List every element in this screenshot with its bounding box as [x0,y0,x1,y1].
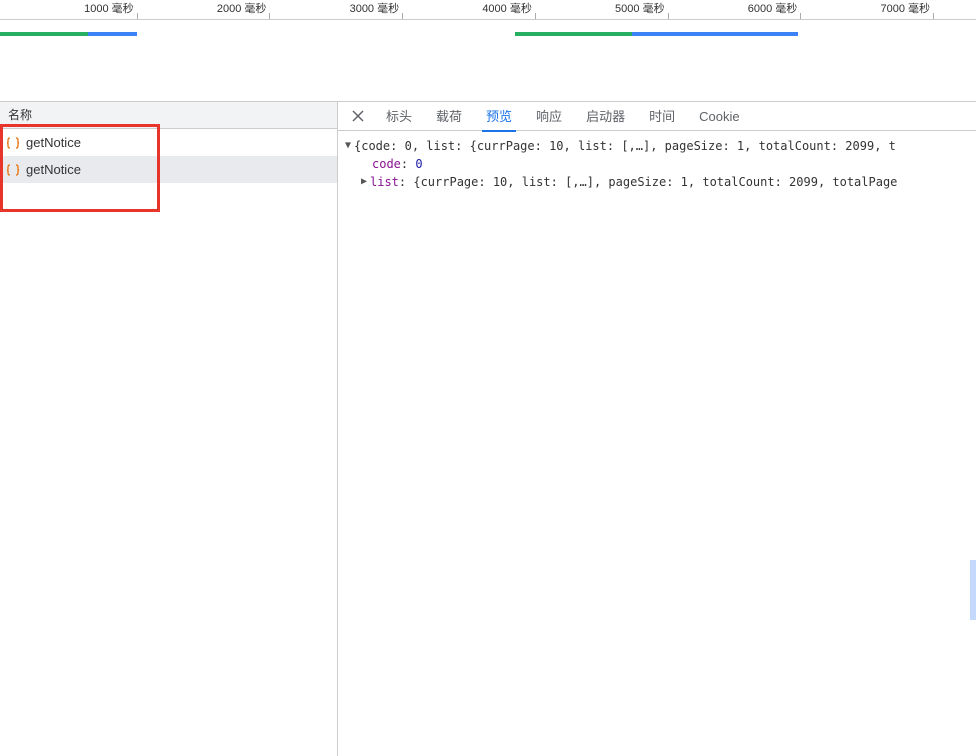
timeline-request-bar[interactable] [632,32,798,36]
detail-tab[interactable]: 标头 [374,102,424,131]
json-value: {currPage: 10, list: [,…], pageSize: 1, … [413,175,897,189]
timeline-ruler: 1000 毫秒2000 毫秒3000 毫秒4000 毫秒5000 毫秒6000 … [0,0,976,20]
scrollbar-indicator [970,560,976,620]
json-file-icon [6,136,20,150]
json-key: list [370,175,399,189]
detail-tab[interactable]: 载荷 [424,102,474,131]
json-text: 0 [405,139,412,153]
detail-tab[interactable]: Cookie [687,102,751,131]
request-list: getNotice getNotice [0,129,337,756]
expand-arrow-icon[interactable]: ▼ [342,137,354,155]
timeline-request-bar[interactable] [515,32,632,36]
request-list-header-name[interactable]: 名称 [0,102,337,129]
json-file-icon [6,163,20,177]
request-name: getNotice [26,135,81,150]
json-key: code [372,157,401,171]
detail-tab[interactable]: 启动器 [574,102,637,131]
json-code-line[interactable]: code: 0 [342,155,972,173]
timeline-request-bar[interactable] [88,32,137,36]
json-text: , list: {currPage: 10, list: [,…], pageS… [412,139,896,153]
close-detail-button[interactable] [342,102,374,131]
network-timeline[interactable]: 1000 毫秒2000 毫秒3000 毫秒4000 毫秒5000 毫秒6000 … [0,0,976,102]
detail-tab[interactable]: 时间 [637,102,687,131]
request-name: getNotice [26,162,81,177]
request-list-pane: 名称 getNotice getNotice [0,102,338,756]
timeline-request-bar[interactable] [0,32,88,36]
json-list-line[interactable]: ▶ list: {currPage: 10, list: [,…], pageS… [342,173,972,191]
request-row[interactable]: getNotice [0,129,337,156]
detail-tab[interactable]: 预览 [474,102,524,131]
detail-tab-bar: 标头载荷预览响应启动器时间Cookie [338,102,976,131]
timeline-bars [0,20,976,102]
request-row[interactable]: getNotice [0,156,337,183]
detail-tab[interactable]: 响应 [524,102,574,131]
json-value: 0 [415,157,422,171]
json-text: {code: [354,139,405,153]
preview-content[interactable]: ▼ {code: 0, list: {currPage: 10, list: [… [338,131,976,756]
request-detail-pane: 标头载荷预览响应启动器时间Cookie ▼ {code: 0, list: {c… [338,102,976,756]
collapse-arrow-icon[interactable]: ▶ [358,173,370,191]
json-root-line[interactable]: ▼ {code: 0, list: {currPage: 10, list: [… [342,137,972,155]
